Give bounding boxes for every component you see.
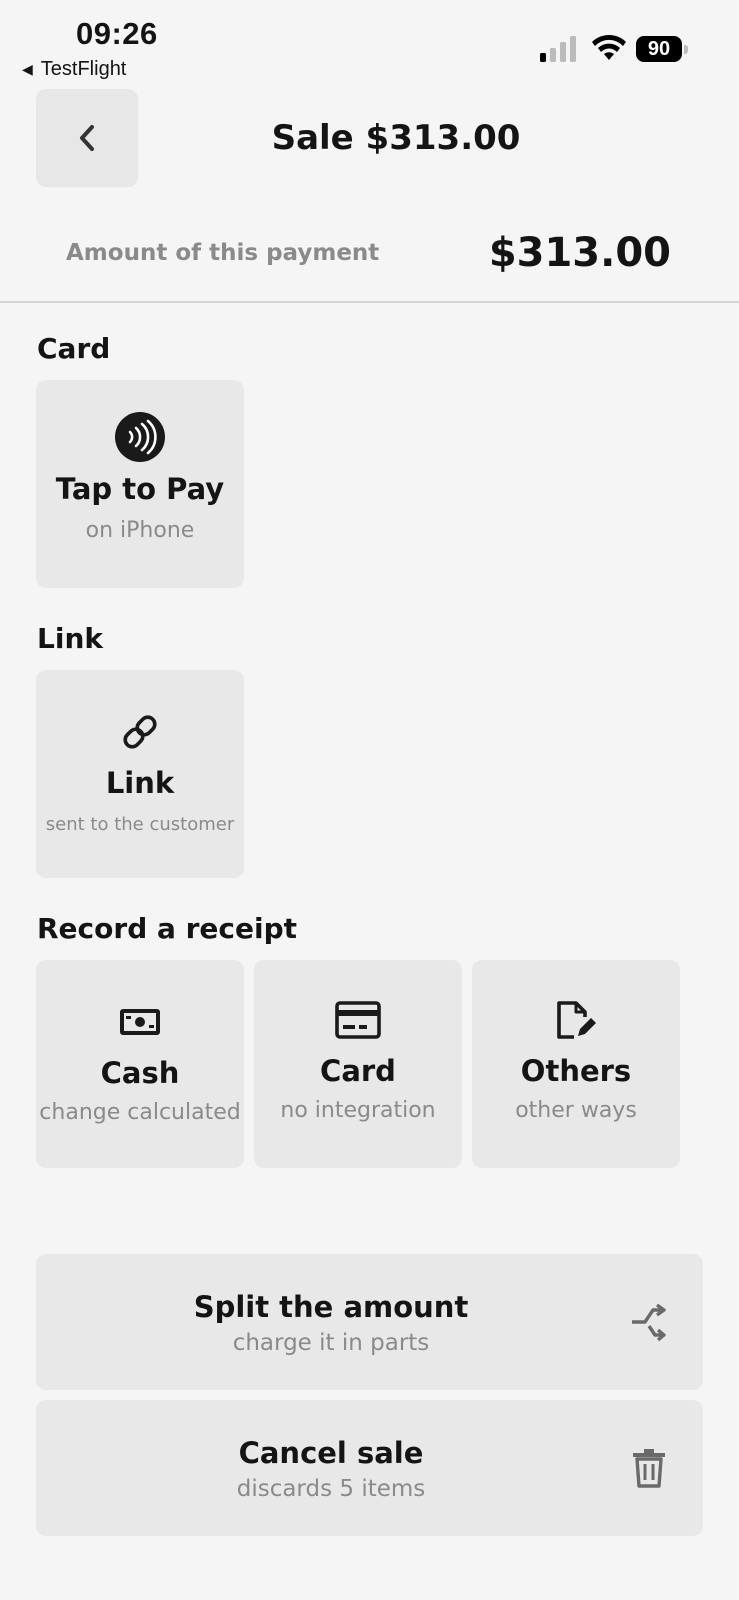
split-amount-label: Split the amount bbox=[193, 1290, 469, 1324]
tap-to-pay-label: Tap to Pay bbox=[55, 472, 225, 506]
tap-to-pay-sub: on iPhone bbox=[85, 518, 195, 543]
credit-card-icon bbox=[335, 1001, 381, 1039]
back-app-label: TestFlight bbox=[40, 58, 127, 80]
amount-value: $313.00 bbox=[488, 230, 671, 276]
receipt-card-label: Card bbox=[320, 1054, 396, 1088]
page-title: Sale $313.00 bbox=[271, 118, 521, 158]
split-amount-sub: charge it in parts bbox=[232, 1330, 430, 1356]
link-label: Link bbox=[105, 766, 175, 800]
cash-icon bbox=[120, 1009, 160, 1035]
battery-level: 90 bbox=[636, 36, 682, 62]
amount-label: Amount of this payment bbox=[66, 240, 380, 266]
back-button[interactable] bbox=[36, 89, 138, 187]
wifi-icon bbox=[592, 34, 626, 60]
receipt-card-button[interactable]: Card no integration bbox=[254, 960, 462, 1168]
battery-icon: 90 bbox=[636, 36, 688, 62]
receipt-others-sub: other ways bbox=[515, 1098, 637, 1123]
section-title-card: Card bbox=[37, 332, 111, 365]
split-icon bbox=[632, 1303, 666, 1342]
link-button[interactable]: Link sent to the customer bbox=[36, 670, 244, 878]
receipt-cash-label: Cash bbox=[100, 1056, 180, 1090]
link-sub: sent to the customer bbox=[45, 814, 235, 835]
receipt-others-button[interactable]: Others other ways bbox=[472, 960, 680, 1168]
header-divider bbox=[0, 301, 739, 303]
trash-icon bbox=[633, 1449, 665, 1488]
receipt-card-sub: no integration bbox=[280, 1098, 436, 1123]
status-time: 09:26 bbox=[76, 16, 158, 51]
receipt-cash-button[interactable]: Cash change calculated bbox=[36, 960, 244, 1168]
chevron-left-icon bbox=[80, 125, 94, 151]
split-amount-button[interactable]: Split the amount charge it in parts bbox=[36, 1254, 703, 1390]
contactless-icon bbox=[115, 412, 165, 462]
section-title-receipt: Record a receipt bbox=[37, 912, 298, 945]
cellular-signal-icon bbox=[540, 36, 576, 62]
section-title-link: Link bbox=[37, 622, 103, 655]
tap-to-pay-button[interactable]: Tap to Pay on iPhone bbox=[36, 380, 244, 588]
back-triangle-icon: ◀ bbox=[22, 61, 33, 77]
cancel-sale-label: Cancel sale bbox=[238, 1436, 424, 1470]
receipt-others-label: Others bbox=[520, 1054, 632, 1088]
back-to-testflight-link[interactable]: ◀ TestFlight bbox=[22, 58, 126, 81]
edit-document-icon bbox=[557, 1001, 596, 1039]
cancel-sale-button[interactable]: Cancel sale discards 5 items bbox=[36, 1400, 703, 1536]
link-icon bbox=[123, 715, 157, 749]
receipt-cash-sub: change calculated bbox=[39, 1100, 241, 1125]
cancel-sale-sub: discards 5 items bbox=[236, 1476, 426, 1502]
